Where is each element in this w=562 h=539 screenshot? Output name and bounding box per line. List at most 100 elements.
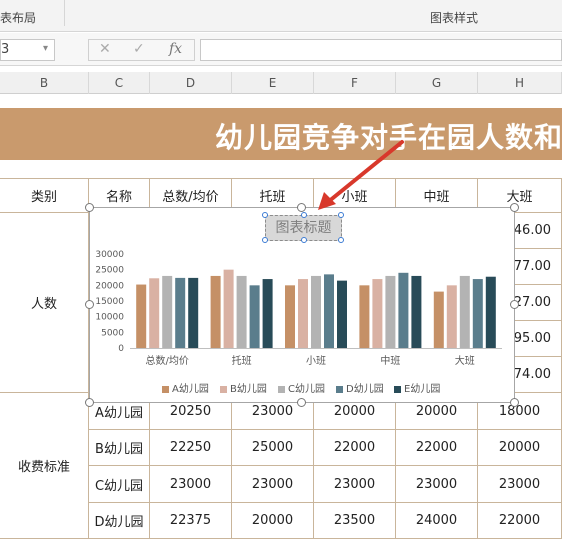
x-tick-label: 总数/均价 [146, 354, 189, 367]
bar [433, 291, 444, 348]
bar [149, 278, 160, 348]
bar [398, 272, 409, 348]
column-header-f[interactable]: F [314, 72, 396, 94]
legend-item[interactable]: C幼儿园 [278, 380, 325, 395]
title-resize-handle[interactable] [262, 212, 268, 218]
legend-item[interactable]: D幼儿园 [336, 380, 384, 395]
bar [175, 277, 186, 348]
cell-fee-total[interactable]: 22375 [150, 503, 232, 539]
cell-fee-zhong[interactable]: 24000 [396, 503, 478, 539]
arrow-head [318, 192, 336, 210]
bar [359, 285, 370, 348]
column-header-c[interactable]: C [89, 72, 150, 94]
legend-item[interactable]: A幼儿园 [162, 380, 209, 395]
cell-fee-da[interactable]: 23000 [478, 466, 562, 503]
column-header-d[interactable]: D [150, 72, 232, 94]
cell-fee-tuo[interactable]: 20000 [232, 503, 314, 539]
title-resize-handle[interactable] [301, 237, 307, 243]
chart-resize-handle[interactable] [85, 398, 94, 407]
chart-resize-handle[interactable] [510, 300, 519, 309]
legend-swatch [278, 385, 285, 393]
cell-fee-da[interactable]: 22000 [478, 503, 562, 539]
bar [223, 269, 234, 348]
formula-input[interactable] [200, 39, 562, 61]
bar [485, 276, 496, 348]
bar [324, 274, 334, 348]
cell-fee-total[interactable]: 23000 [150, 466, 232, 503]
column-header-b[interactable]: B [0, 72, 89, 94]
title-resize-handle[interactable] [338, 237, 344, 243]
bar [249, 285, 260, 348]
function-icon[interactable]: fx [169, 41, 182, 57]
cell-fee-xiao[interactable]: 23500 [314, 503, 396, 539]
title-banner[interactable]: 幼儿园竞争对手在园人数和 [0, 108, 562, 160]
bar [446, 285, 457, 348]
y-tick-label: 10000 [95, 313, 124, 323]
ribbon: 表布局 图表样式 [0, 0, 562, 32]
x-tick-label: 大班 [455, 354, 475, 367]
y-tick-label: 15000 [95, 297, 124, 307]
bar [285, 285, 295, 348]
x-tick-label: 小班 [306, 355, 326, 367]
cell-fee-da[interactable]: 20000 [478, 430, 562, 466]
bar [188, 277, 199, 348]
cell-fee-tuo[interactable]: 23000 [232, 466, 314, 503]
cell-fee-name[interactable]: B幼儿园 [89, 430, 150, 466]
ribbon-group-chart-styles[interactable]: 图表样式 [430, 9, 478, 26]
legend-label: D幼儿园 [346, 384, 384, 395]
chart-resize-handle[interactable] [85, 203, 94, 212]
legend-label: C幼儿园 [288, 384, 325, 395]
cell-fee-name[interactable]: D幼儿园 [89, 503, 150, 539]
legend-item[interactable]: E幼儿园 [394, 380, 440, 395]
cell-fee-xiao[interactable]: 23000 [314, 466, 396, 503]
cell-fee-name[interactable]: C幼儿园 [89, 466, 150, 503]
arrow-shaft [326, 140, 404, 204]
chevron-down-icon[interactable]: ▾ [43, 43, 48, 54]
bar [337, 280, 347, 348]
bar [411, 275, 422, 348]
ribbon-group-chart-layout[interactable]: 表布局 [0, 9, 36, 26]
chart-resize-handle[interactable] [297, 398, 306, 407]
chart-resize-handle[interactable] [510, 398, 519, 407]
column-header-g[interactable]: G [396, 72, 478, 94]
column-header-e[interactable]: E [232, 72, 314, 94]
bar [210, 275, 221, 348]
cell-group-people[interactable]: 人数 [0, 213, 89, 393]
y-tick-label: 5000 [101, 328, 124, 338]
cell-fee-zhong[interactable]: 22000 [396, 430, 478, 466]
chart-object[interactable]: 0 5000 10000 15000 20000 25000 30000 总数/均价 托班 小班 中… [89, 207, 515, 403]
cell-fee-zhong[interactable]: 23000 [396, 466, 478, 503]
legend-swatch [336, 385, 343, 393]
legend-label: E幼儿园 [404, 384, 441, 395]
bar [311, 275, 321, 348]
bar [236, 275, 247, 348]
y-tick-label: 0 [118, 344, 124, 354]
formula-bar: 3 ▾ ✕ ✓ fx [0, 33, 562, 66]
cell-fee-tuo[interactable]: 25000 [232, 430, 314, 466]
legend-swatch [394, 385, 401, 393]
y-tick-label: 25000 [95, 266, 124, 276]
cell-header-category[interactable]: 类别 [0, 178, 89, 213]
chart-resize-handle[interactable] [510, 203, 519, 212]
chart-resize-handle[interactable] [85, 300, 94, 309]
name-box[interactable]: 3 ▾ [0, 39, 55, 61]
x-tick-label: 中班 [380, 354, 400, 367]
y-tick-label: 30000 [95, 250, 124, 260]
legend-label: B幼儿园 [230, 384, 267, 395]
cell-fee-total[interactable]: 22250 [150, 430, 232, 466]
legend-swatch [220, 385, 227, 393]
title-resize-handle[interactable] [262, 237, 268, 243]
bar [472, 279, 483, 348]
legend-item[interactable]: B幼儿园 [220, 380, 267, 395]
cancel-icon[interactable]: ✕ [99, 41, 111, 57]
annotation-arrow-icon [318, 140, 404, 210]
bar [262, 279, 273, 348]
cell-fee-xiao[interactable]: 22000 [314, 430, 396, 466]
y-tick-label: 20000 [95, 281, 124, 291]
bar [298, 279, 308, 348]
cell-group-fees[interactable]: 收费标准 [0, 393, 89, 539]
name-box-value: 3 [1, 42, 10, 57]
enter-icon[interactable]: ✓ [133, 41, 145, 57]
column-header-h[interactable]: H [478, 72, 562, 94]
formula-buttons: ✕ ✓ fx [88, 39, 195, 61]
